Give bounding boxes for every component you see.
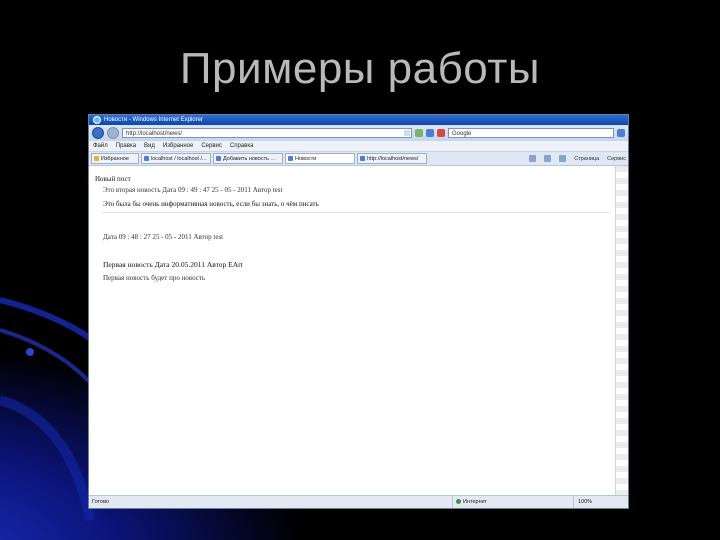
window-titlebar: Новости - Windows Internet Explorer — [89, 115, 628, 125]
search-placeholder: Google — [452, 131, 472, 137]
ie-icon — [93, 116, 101, 124]
forward-button[interactable] — [107, 127, 119, 139]
news-body: Это была бы очень информативная новость,… — [103, 200, 319, 208]
address-input[interactable]: http://localhost/news/ — [122, 128, 412, 138]
refresh-icon[interactable] — [426, 129, 434, 137]
menu-tools[interactable]: Сервис — [201, 143, 222, 149]
zoom-level[interactable]: 100% — [573, 496, 628, 508]
favorites-button[interactable]: Избранное — [91, 153, 139, 164]
tab-label: http://localhost/news/ — [367, 156, 419, 162]
news-meta: Первая новость Дата 20.05.2011 Автор EAr… — [103, 260, 243, 269]
news-meta: Это вторая новость Дата 09 : 49 : 47 25 … — [103, 186, 283, 194]
menu-help[interactable]: Справка — [230, 143, 254, 149]
favorites-label: Избранное — [101, 156, 129, 162]
print-icon[interactable] — [559, 155, 567, 162]
page-content: Новый пост Это вторая новость Дата 09 : … — [89, 166, 616, 496]
stop-icon[interactable] — [437, 129, 445, 137]
security-zone: Интернет — [452, 496, 573, 508]
news-meta: Дата 09 : 48 : 27 25 - 05 - 2011 Автор t… — [103, 233, 224, 241]
tab-phpmyadmin[interactable]: localhost / localhost /... — [141, 153, 211, 164]
tab-label: Новости — [295, 156, 317, 162]
tools-menu[interactable]: Сервис — [607, 156, 626, 162]
window-title: Новости - Windows Internet Explorer — [104, 117, 203, 123]
page-menu[interactable]: Страница — [574, 156, 599, 162]
tab-add-news[interactable]: Добавить новость ... — [213, 153, 283, 164]
tab-label: Добавить новость ... — [223, 156, 276, 162]
chevron-down-icon[interactable] — [404, 130, 410, 136]
menu-edit[interactable]: Правка — [116, 143, 136, 149]
tab-news[interactable]: Новости — [285, 153, 355, 164]
back-button[interactable] — [92, 127, 104, 139]
tab-bar: Избранное localhost / localhost /... Доб… — [89, 152, 628, 166]
tab-label: localhost / localhost /... — [151, 156, 207, 162]
address-toolbar: http://localhost/news/ Google — [89, 125, 628, 141]
news-body: Первая новость будет про новость — [103, 274, 206, 282]
go-icon[interactable] — [415, 129, 423, 137]
feed-icon[interactable] — [544, 155, 552, 162]
vertical-scrollbar[interactable] — [615, 166, 628, 496]
search-icon[interactable] — [617, 129, 625, 137]
address-text: http://localhost/news/ — [126, 131, 183, 137]
divider — [101, 212, 611, 213]
menu-favorites[interactable]: Избранное — [163, 143, 193, 149]
status-bar: Готово Интернет 100% — [89, 495, 628, 508]
tab-localhost-news[interactable]: http://localhost/news/ — [357, 153, 427, 164]
browser-screenshot: Новости - Windows Internet Explorer http… — [88, 114, 629, 509]
new-post-link[interactable]: Новый пост — [95, 175, 131, 183]
search-input[interactable]: Google — [448, 128, 614, 138]
menu-view[interactable]: Вид — [144, 143, 155, 149]
menu-file[interactable]: Файл — [93, 143, 108, 149]
tab-tools: Страница Сервис — [529, 155, 626, 162]
status-text: Готово — [92, 499, 109, 505]
slide-title: Примеры работы — [179, 44, 541, 93]
menu-bar: Файл Правка Вид Избранное Сервис Справка — [89, 141, 628, 152]
home-icon[interactable] — [529, 155, 537, 162]
